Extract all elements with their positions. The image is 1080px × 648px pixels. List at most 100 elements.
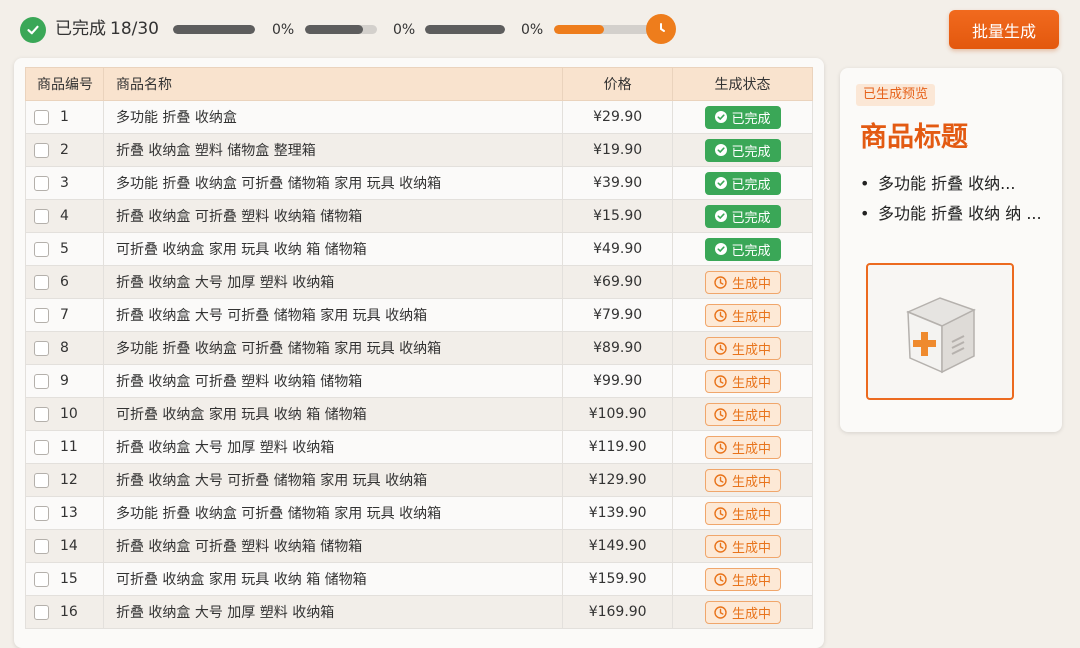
- row-id: 1: [60, 109, 69, 125]
- cell-id: 3: [25, 166, 104, 200]
- row-checkbox[interactable]: [34, 373, 49, 389]
- row-id: 12: [60, 472, 78, 488]
- cell-name: 可折叠 收纳盒 家用 玩具 收纳 箱 储物箱: [103, 232, 564, 266]
- col-header-status[interactable]: 生成状态: [672, 67, 813, 101]
- table-row[interactable]: 4 折叠 收纳盒 可折叠 塑料 收纳箱 储物箱 ¥15.90 已完成: [25, 199, 813, 233]
- cell-id: 12: [25, 463, 104, 497]
- progress-bar-1: [173, 25, 255, 34]
- status-badge: 生成中: [704, 402, 781, 426]
- cell-name: 多功能 折叠 收纳盒 可折叠 储物箱 家用 玩具 收纳箱: [103, 496, 564, 530]
- preview-bullet: 多功能 折叠 收纳 纳 ...: [860, 200, 1050, 227]
- row-checkbox[interactable]: [34, 208, 49, 224]
- table-row[interactable]: 11 折叠 收纳盒 大号 加厚 塑料 收纳箱 ¥119.90 生成中: [25, 430, 813, 464]
- row-checkbox[interactable]: [34, 538, 49, 554]
- cell-status: 已完成: [672, 199, 813, 233]
- table-row[interactable]: 16 折叠 收纳盒 大号 加厚 塑料 收纳箱 ¥169.90 生成中: [25, 595, 813, 629]
- preview-bullet: 多功能 折叠 收纳...: [860, 170, 1050, 197]
- clock-icon: [714, 374, 727, 388]
- row-checkbox[interactable]: [34, 274, 49, 290]
- status-text: 生成中: [732, 276, 772, 292]
- status-badge: 生成中: [704, 567, 781, 591]
- col-header-id[interactable]: 商品编号: [25, 67, 104, 101]
- row-checkbox[interactable]: [34, 109, 49, 125]
- table-row[interactable]: 12 折叠 收纳盒 大号 可折叠 储物箱 家用 玩具 收纳箱 ¥129.90 生成中: [25, 463, 813, 497]
- row-checkbox[interactable]: [34, 604, 49, 620]
- cell-status: 生成中: [672, 463, 813, 497]
- row-checkbox[interactable]: [34, 142, 49, 158]
- progress-label-1: 0%: [272, 22, 295, 38]
- table-row[interactable]: 8 多功能 折叠 收纳盒 可折叠 储物箱 家用 玩具 收纳箱 ¥89.90 生成中: [25, 331, 813, 365]
- cell-price: ¥79.90: [562, 298, 674, 332]
- preview-card: 已生成预览 商品标题 多功能 折叠 收纳... 多功能 折叠 收纳 纳 ...: [840, 68, 1062, 432]
- table-row[interactable]: 9 折叠 收纳盒 可折叠 塑料 收纳箱 储物箱 ¥99.90 生成中: [25, 364, 813, 398]
- cell-status: 生成中: [672, 298, 813, 332]
- table-row[interactable]: 10 可折叠 收纳盒 家用 玩具 收纳 箱 储物箱 ¥109.90 生成中: [25, 397, 813, 431]
- cell-id: 6: [25, 265, 104, 299]
- col-header-price[interactable]: 价格: [562, 67, 674, 101]
- table-body: 1 多功能 折叠 收纳盒 ¥29.90 已完成 2 折叠 收纳盒 塑料 储物盒 整理箱 ¥1…: [25, 100, 813, 629]
- cell-id: 9: [25, 364, 104, 398]
- row-checkbox[interactable]: [34, 571, 49, 587]
- status-text: 生成中: [732, 573, 772, 589]
- row-checkbox[interactable]: [34, 307, 49, 323]
- cell-status: 生成中: [672, 265, 813, 299]
- table-row[interactable]: 5 可折叠 收纳盒 家用 玩具 收纳 箱 储物箱 ¥49.90 已完成: [25, 232, 813, 266]
- col-header-name[interactable]: 商品名称: [102, 67, 564, 101]
- check-circle-icon: [714, 210, 727, 222]
- cell-name: 折叠 收纳盒 塑料 储物盒 整理箱: [103, 133, 564, 167]
- status-badge: 已完成: [704, 138, 781, 162]
- status-text: 已完成: [731, 210, 771, 226]
- row-checkbox[interactable]: [34, 241, 49, 257]
- cell-status: 生成中: [672, 529, 813, 563]
- cell-name: 可折叠 收纳盒 家用 玩具 收纳 箱 储物箱: [103, 562, 564, 596]
- cell-price: ¥119.90: [562, 430, 674, 464]
- row-id: 14: [60, 538, 78, 554]
- clock-icon[interactable]: [646, 14, 676, 44]
- table-row[interactable]: 15 可折叠 收纳盒 家用 玩具 收纳 箱 储物箱 ¥159.90 生成中: [25, 562, 813, 596]
- cell-price: ¥19.90: [562, 133, 674, 167]
- status-text: 生成中: [732, 408, 772, 424]
- cell-id: 13: [25, 496, 104, 530]
- batch-generate-button[interactable]: 批量生成: [949, 10, 1059, 49]
- cell-status: 生成中: [672, 364, 813, 398]
- table-row[interactable]: 2 折叠 收纳盒 塑料 储物盒 整理箱 ¥19.90 已完成: [25, 133, 813, 167]
- cell-name: 多功能 折叠 收纳盒: [103, 100, 564, 134]
- cell-price: ¥49.90: [562, 232, 674, 266]
- status-badge: 已完成: [704, 171, 781, 195]
- table-row[interactable]: 13 多功能 折叠 收纳盒 可折叠 储物箱 家用 玩具 收纳箱 ¥139.90 生成中: [25, 496, 813, 530]
- cell-name: 多功能 折叠 收纳盒 可折叠 储物箱 家用 玩具 收纳箱: [103, 166, 564, 200]
- cell-price: ¥29.90: [562, 100, 674, 134]
- table-row[interactable]: 3 多功能 折叠 收纳盒 可折叠 储物箱 家用 玩具 收纳箱 ¥39.90 已完成: [25, 166, 813, 200]
- preview-image[interactable]: [866, 263, 1014, 400]
- cell-id: 2: [25, 133, 104, 167]
- table-row[interactable]: 7 折叠 收纳盒 大号 可折叠 储物箱 家用 玩具 收纳箱 ¥79.90 生成中: [25, 298, 813, 332]
- status-text: 生成中: [732, 606, 772, 622]
- row-checkbox[interactable]: [34, 406, 49, 422]
- row-id: 11: [60, 439, 78, 455]
- table-row[interactable]: 6 折叠 收纳盒 大号 加厚 塑料 收纳箱 ¥69.90 生成中: [25, 265, 813, 299]
- row-checkbox[interactable]: [34, 340, 49, 356]
- cell-name: 折叠 收纳盒 大号 可折叠 储物箱 家用 玩具 收纳箱: [103, 463, 564, 497]
- clock-icon: [714, 539, 727, 553]
- status-text: 生成中: [732, 474, 772, 490]
- product-table: 商品编号 商品名称 价格 生成状态 1 多功能 折叠 收纳盒 ¥29.90 已完成 2 折…: [25, 67, 813, 629]
- row-checkbox[interactable]: [34, 472, 49, 488]
- cell-price: ¥69.90: [562, 265, 674, 299]
- cell-id: 4: [25, 199, 104, 233]
- cell-price: ¥89.90: [562, 331, 674, 365]
- status-text: 已完成: [731, 144, 771, 160]
- cell-price: ¥169.90: [562, 595, 674, 629]
- table-row[interactable]: 14 折叠 收纳盒 可折叠 塑料 收纳箱 储物箱 ¥149.90 生成中: [25, 529, 813, 563]
- row-checkbox[interactable]: [34, 175, 49, 191]
- cell-name: 折叠 收纳盒 可折叠 塑料 收纳箱 储物箱: [103, 199, 564, 233]
- cell-name: 可折叠 收纳盒 家用 玩具 收纳 箱 储物箱: [103, 397, 564, 431]
- cell-status: 生成中: [672, 430, 813, 464]
- table-row[interactable]: 1 多功能 折叠 收纳盒 ¥29.90 已完成: [25, 100, 813, 134]
- top-status-bar: 已完成 18/30 0% 0% 0% 批量生成: [0, 0, 1080, 60]
- cell-status: 已完成: [672, 100, 813, 134]
- row-checkbox[interactable]: [34, 439, 49, 455]
- cell-name: 折叠 收纳盒 大号 加厚 塑料 收纳箱: [103, 595, 564, 629]
- status-text: 生成中: [732, 507, 772, 523]
- cell-id: 7: [25, 298, 104, 332]
- row-checkbox[interactable]: [34, 505, 49, 521]
